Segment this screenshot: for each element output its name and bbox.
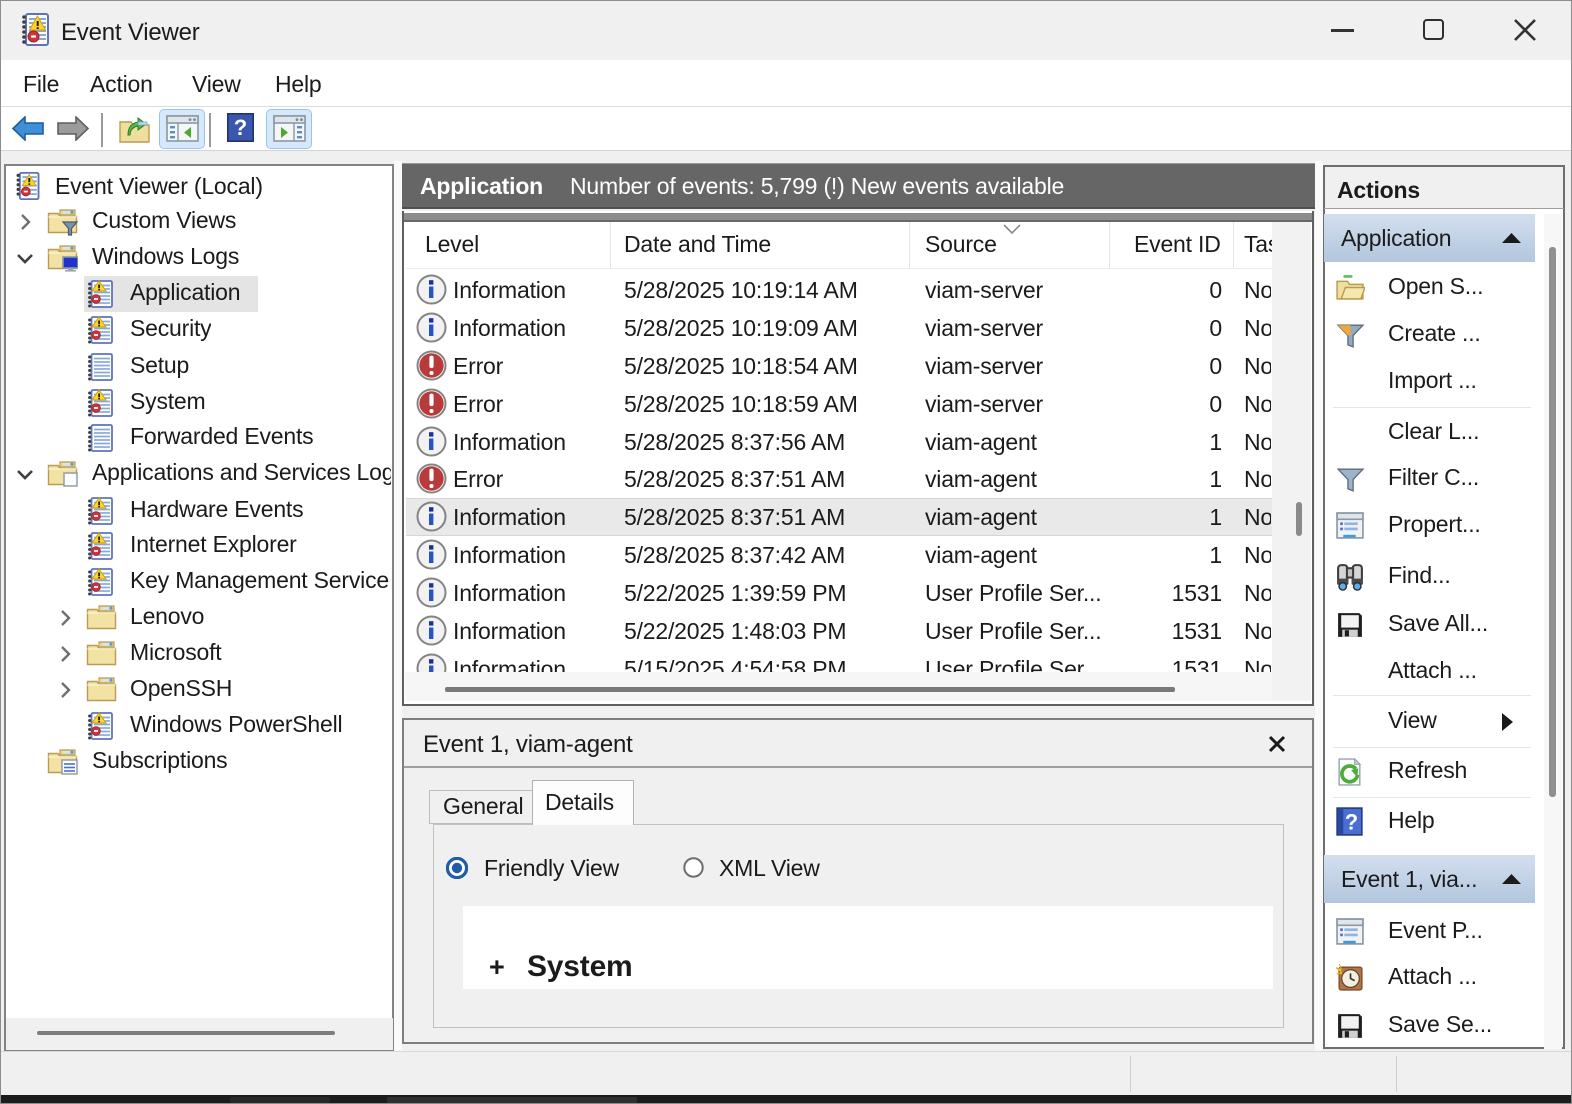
svg-text:?: ? bbox=[234, 115, 247, 140]
svg-text:?: ? bbox=[1345, 809, 1358, 834]
